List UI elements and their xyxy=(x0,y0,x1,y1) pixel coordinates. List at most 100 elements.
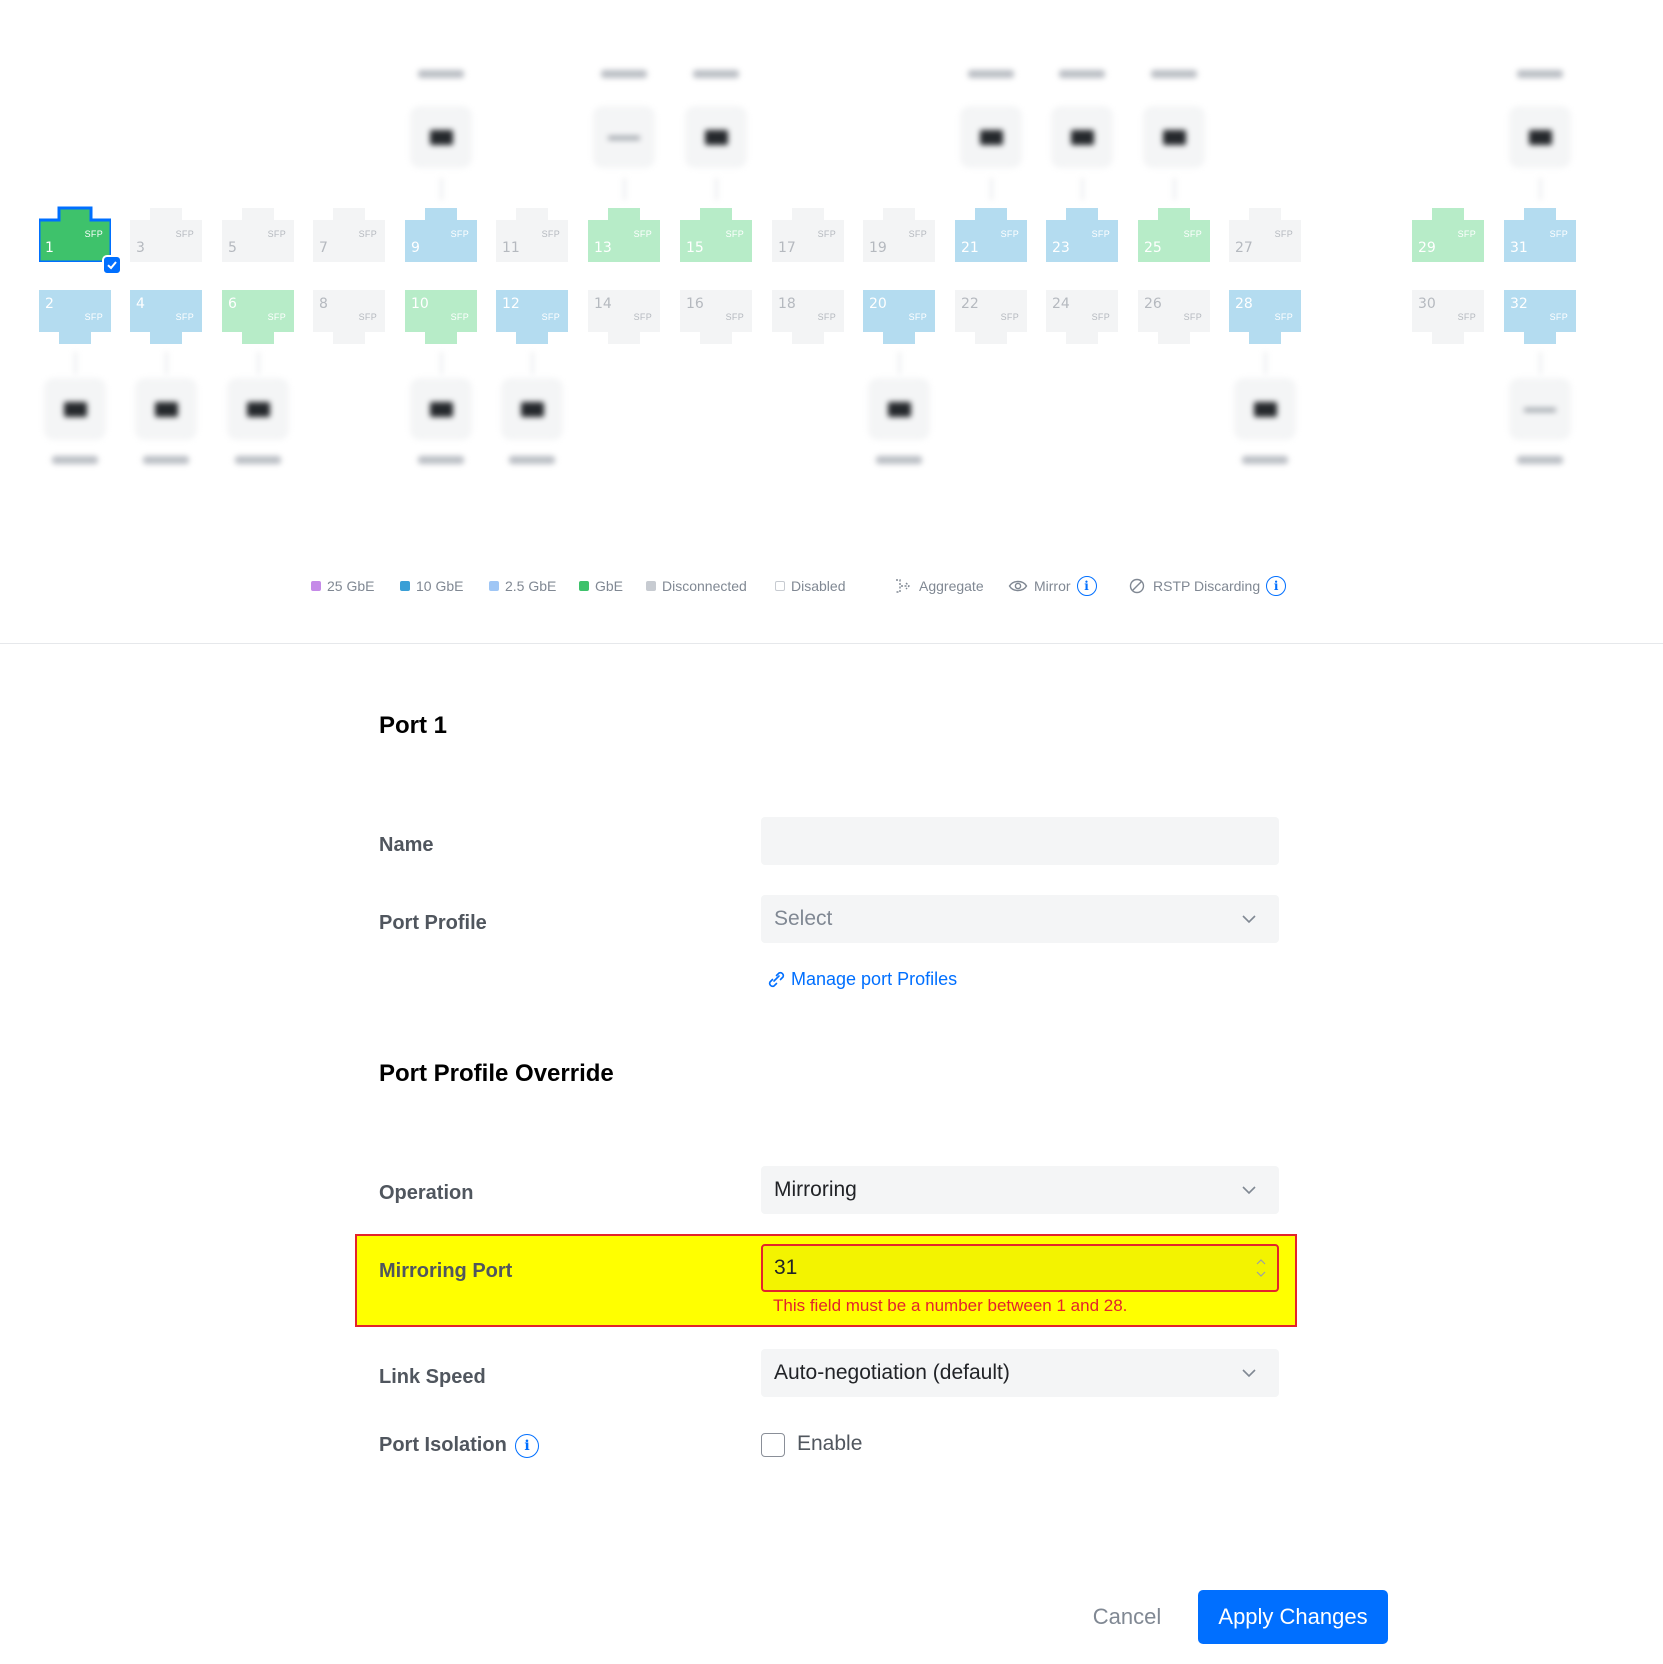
port-title: Port 1 xyxy=(379,712,448,739)
manage-port-profiles-link[interactable]: Manage port Profiles xyxy=(765,968,957,990)
operation-select[interactable]: Mirroring xyxy=(761,1166,1279,1214)
port-number: 12 xyxy=(502,296,520,312)
port-25[interactable]: 25 SFP xyxy=(1138,206,1210,262)
connection-line xyxy=(532,352,533,374)
port-10[interactable]: 10 SFP xyxy=(405,290,477,346)
port-profile-select[interactable]: Select xyxy=(761,895,1279,943)
port-18[interactable]: 18 SFP xyxy=(772,290,844,346)
device-name-placeholder xyxy=(1129,64,1219,84)
port-isolation-checkbox[interactable] xyxy=(761,1433,785,1457)
port-4[interactable]: 4 SFP xyxy=(130,290,202,346)
device-name-placeholder xyxy=(213,450,303,470)
link-speed-select[interactable]: Auto-negotiation (default) xyxy=(761,1349,1279,1397)
mirror-info-icon[interactable]: i xyxy=(1076,576,1097,596)
port-8[interactable]: 8 SFP xyxy=(313,290,385,346)
link-speed-select-value: Auto-negotiation (default) xyxy=(774,1361,1010,1384)
connected-device-card[interactable] xyxy=(135,378,197,440)
mirroring-port-input[interactable]: 31 xyxy=(761,1244,1279,1292)
port-27[interactable]: 27 SFP xyxy=(1229,206,1301,262)
device-icon xyxy=(1529,130,1552,145)
legend-swatch xyxy=(646,581,656,591)
connection-line xyxy=(1540,352,1541,374)
port-3[interactable]: 3 SFP xyxy=(130,206,202,262)
cancel-button[interactable]: Cancel xyxy=(1070,1590,1184,1644)
connected-device-card[interactable] xyxy=(44,378,106,440)
port-number: 5 xyxy=(228,240,237,256)
legend-swatch xyxy=(579,581,589,591)
port-29[interactable]: 29 SFP xyxy=(1412,206,1484,262)
section-divider xyxy=(0,643,1663,644)
device-name-placeholder xyxy=(1495,64,1585,84)
legend-swatch xyxy=(311,581,321,591)
legend-disabled: Disabled xyxy=(775,574,845,598)
port-24[interactable]: 24 SFP xyxy=(1046,290,1118,346)
port-12[interactable]: 12 SFP xyxy=(496,290,568,346)
port-isolation-checkbox-label[interactable]: Enable xyxy=(797,1432,862,1456)
device-icon xyxy=(430,130,453,145)
port-7[interactable]: 7 SFP xyxy=(313,206,385,262)
rstp-info-icon[interactable]: i xyxy=(1266,576,1287,596)
connected-device-card[interactable] xyxy=(1509,378,1571,440)
port-sfp-label: SFP xyxy=(633,229,652,239)
connection-line xyxy=(75,352,76,374)
port-9[interactable]: 9 SFP xyxy=(405,206,477,262)
port-1[interactable]: 1 SFP xyxy=(39,206,111,262)
connected-device-card[interactable] xyxy=(410,378,472,440)
port-17[interactable]: 17 SFP xyxy=(772,206,844,262)
connected-device-card[interactable] xyxy=(1234,378,1296,440)
apply-changes-button[interactable]: Apply Changes xyxy=(1198,1590,1388,1644)
port-28[interactable]: 28 SFP xyxy=(1229,290,1301,346)
port-31[interactable]: 31 SFP xyxy=(1504,206,1576,262)
port-number: 1 xyxy=(45,240,54,256)
port-20[interactable]: 20 SFP xyxy=(863,290,935,346)
connected-device-card[interactable] xyxy=(1509,106,1571,168)
connected-device-card[interactable] xyxy=(960,106,1022,168)
legend-25gbe: 25 GbE xyxy=(311,574,374,598)
port-6[interactable]: 6 SFP xyxy=(222,290,294,346)
device-icon xyxy=(430,402,453,417)
device-name-placeholder xyxy=(487,450,577,470)
port-number: 3 xyxy=(136,240,145,256)
port-2[interactable]: 2 SFP xyxy=(39,290,111,346)
port-5[interactable]: 5 SFP xyxy=(222,206,294,262)
connected-device-card[interactable] xyxy=(1143,106,1205,168)
port-number: 13 xyxy=(594,240,612,256)
port-number: 23 xyxy=(1052,240,1070,256)
connected-device-card[interactable] xyxy=(501,378,563,440)
port-number: 22 xyxy=(961,296,979,312)
port-15[interactable]: 15 SFP xyxy=(680,206,752,262)
port-32[interactable]: 32 SFP xyxy=(1504,290,1576,346)
port-30[interactable]: 30 SFP xyxy=(1412,290,1484,346)
port-21[interactable]: 21 SFP xyxy=(955,206,1027,262)
connected-device-card[interactable] xyxy=(685,106,747,168)
device-icon xyxy=(1071,130,1094,145)
legend-swatch xyxy=(775,581,785,591)
port-number: 21 xyxy=(961,240,979,256)
device-name-placeholder xyxy=(1495,450,1585,470)
connected-device-card[interactable] xyxy=(410,106,472,168)
chevron-down-icon xyxy=(1242,1186,1256,1195)
port-22[interactable]: 22 SFP xyxy=(955,290,1027,346)
port-11[interactable]: 11 SFP xyxy=(496,206,568,262)
operation-select-value: Mirroring xyxy=(774,1178,857,1201)
port-19[interactable]: 19 SFP xyxy=(863,206,935,262)
port-number: 9 xyxy=(411,240,420,256)
port-23[interactable]: 23 SFP xyxy=(1046,206,1118,262)
port-13[interactable]: 13 SFP xyxy=(588,206,660,262)
port-sfp-label: SFP xyxy=(725,312,744,322)
connected-device-card[interactable] xyxy=(593,106,655,168)
port-26[interactable]: 26 SFP xyxy=(1138,290,1210,346)
number-stepper-icon[interactable] xyxy=(1255,1254,1267,1282)
connected-device-card[interactable] xyxy=(1051,106,1113,168)
device-name-placeholder xyxy=(854,450,944,470)
connection-line xyxy=(716,178,717,200)
name-input[interactable] xyxy=(761,817,1279,865)
port-14[interactable]: 14 SFP xyxy=(588,290,660,346)
port-isolation-info-icon[interactable]: i xyxy=(515,1434,539,1458)
port-16[interactable]: 16 SFP xyxy=(680,290,752,346)
connected-device-card[interactable] xyxy=(227,378,289,440)
connected-device-card[interactable] xyxy=(868,378,930,440)
blocked-icon xyxy=(1129,578,1145,594)
port-number: 11 xyxy=(502,240,520,256)
device-icon xyxy=(608,136,640,140)
